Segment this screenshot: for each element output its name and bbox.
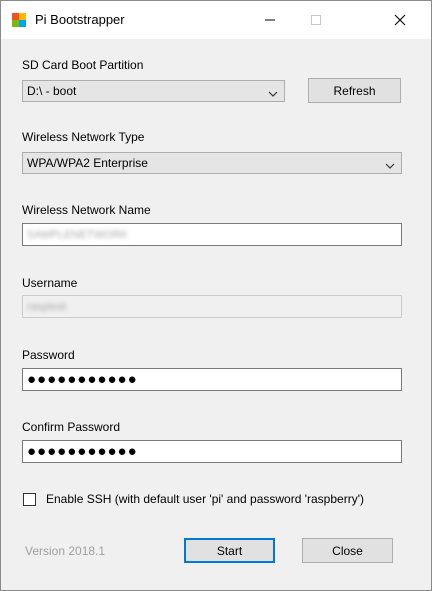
minimize-icon [265, 19, 275, 21]
username-label: Username [22, 276, 78, 290]
password-value: ●●●●●●●●●●● [27, 371, 138, 388]
close-button[interactable]: Close [302, 538, 393, 563]
network-name-label: Wireless Network Name [22, 203, 151, 217]
password-label: Password [22, 348, 75, 362]
network-name-input[interactable]: SAMPLENETWORK [22, 223, 402, 246]
password-input[interactable]: ●●●●●●●●●●● [22, 368, 402, 391]
title-bar[interactable]: Pi Bootstrapper [1, 1, 431, 39]
confirm-password-value: ●●●●●●●●●●● [27, 443, 138, 460]
minimize-button[interactable] [247, 1, 293, 39]
app-icon [11, 12, 27, 28]
confirm-password-input[interactable]: ●●●●●●●●●●● [22, 440, 402, 463]
close-window-button[interactable] [377, 1, 423, 39]
refresh-button[interactable]: Refresh [308, 78, 401, 103]
chevron-down-icon [268, 87, 278, 101]
window-title: Pi Bootstrapper [35, 12, 125, 27]
enable-ssh-label[interactable]: Enable SSH (with default user 'pi' and p… [46, 492, 364, 506]
sd-card-label: SD Card Boot Partition [22, 58, 144, 72]
username-value: rasptest [27, 300, 67, 313]
network-name-value: SAMPLENETWORK [27, 228, 128, 241]
close-icon [394, 14, 406, 26]
wireless-type-dropdown[interactable]: WPA/WPA2 Enterprise [22, 152, 402, 174]
wireless-type-value: WPA/WPA2 Enterprise [27, 156, 148, 170]
start-button[interactable]: Start [184, 538, 275, 563]
wireless-type-label: Wireless Network Type [22, 130, 145, 144]
sd-card-dropdown[interactable]: D:\ - boot [22, 80, 285, 102]
chevron-down-icon [385, 159, 395, 173]
enable-ssh-checkbox[interactable] [23, 493, 36, 506]
maximize-button [293, 1, 339, 39]
maximize-icon [311, 15, 321, 25]
username-input[interactable]: rasptest [22, 295, 402, 318]
confirm-password-label: Confirm Password [22, 420, 121, 434]
app-window: Pi Bootstrapper SD Card Boot Partition D… [0, 0, 432, 591]
version-label: Version 2018.1 [25, 544, 106, 558]
sd-card-value: D:\ - boot [27, 84, 77, 98]
